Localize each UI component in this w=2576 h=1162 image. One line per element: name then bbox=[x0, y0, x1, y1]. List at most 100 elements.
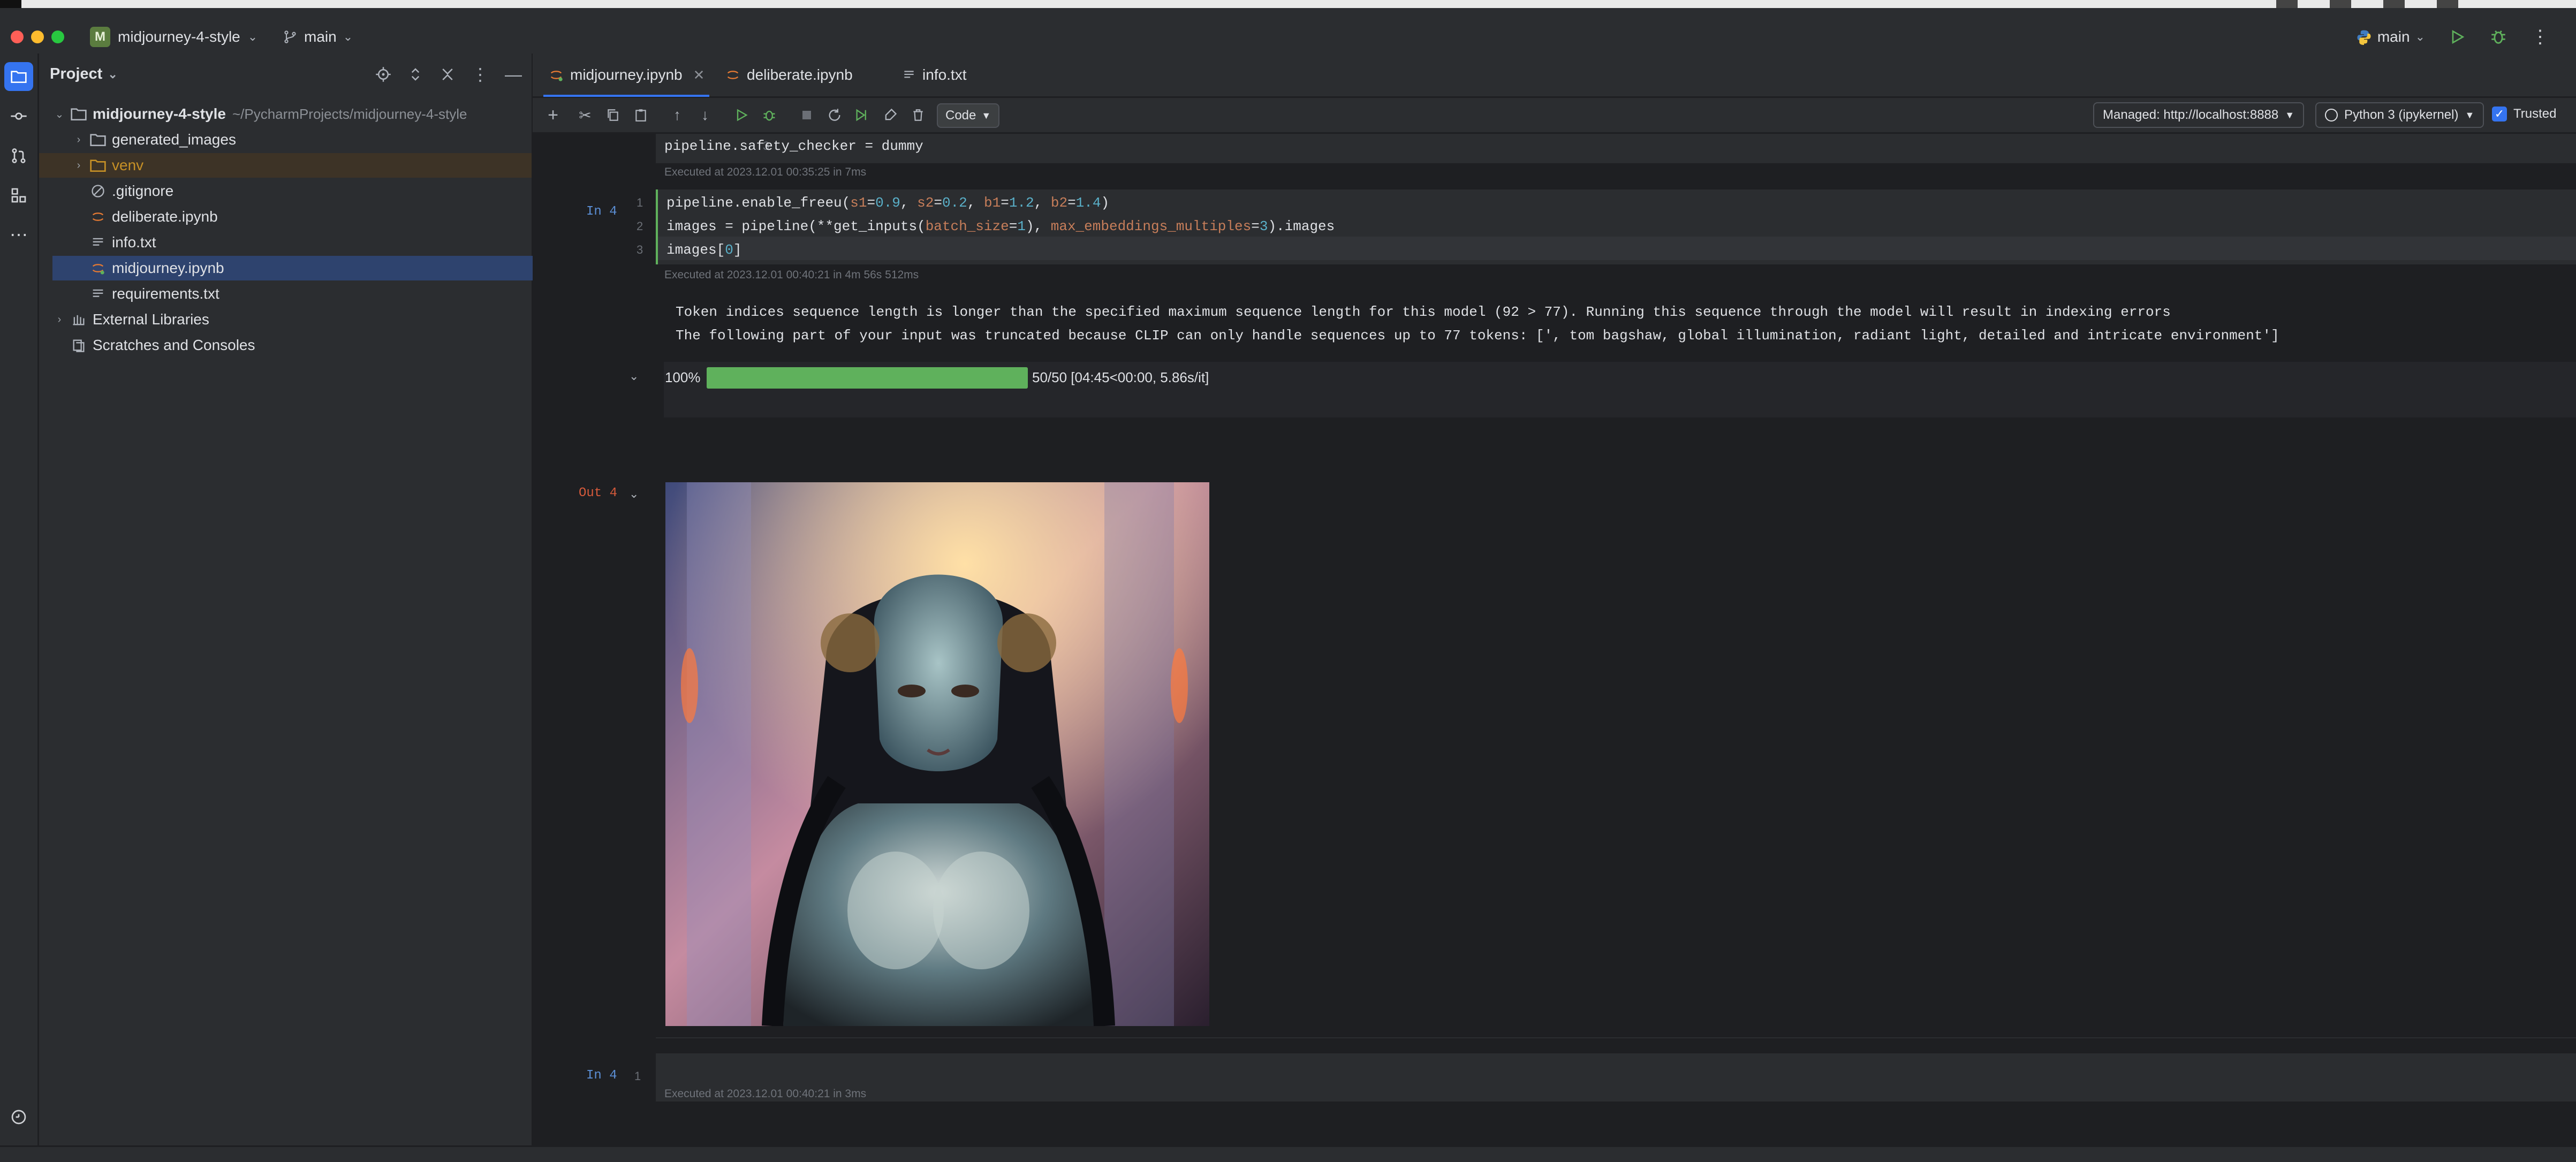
tree-item-generated-images[interactable]: › generated_images bbox=[69, 127, 578, 152]
expand-all-icon[interactable] bbox=[407, 66, 423, 82]
chevron-down-icon: ⌄ bbox=[247, 30, 258, 43]
collapse-output-icon[interactable]: ⌄ bbox=[629, 487, 639, 501]
editor-tabs: midjourney.ipynb ✕ deliberate.ipynb info… bbox=[533, 54, 2576, 98]
more-tools-icon[interactable]: ⋯ bbox=[4, 221, 33, 249]
collapse-output-icon[interactable]: ⌄ bbox=[629, 369, 639, 383]
move-up-icon[interactable]: ↑ bbox=[666, 104, 688, 126]
close-tab-icon[interactable]: ✕ bbox=[693, 67, 705, 83]
code-line[interactable]: pipeline.safety_checker = dummy bbox=[664, 138, 923, 154]
tree-item-gitignore[interactable]: .gitignore bbox=[88, 179, 597, 203]
hide-panel-icon[interactable]: — bbox=[505, 65, 522, 85]
cut-icon[interactable]: ✂ bbox=[574, 104, 596, 126]
chevron-right-icon[interactable]: › bbox=[50, 314, 69, 326]
active-code-cell[interactable]: 1 2 3 pipeline.enable_freeu(s1=0.9, s2=0… bbox=[637, 189, 2576, 264]
empty-code-cell[interactable]: 1 bbox=[634, 1053, 2576, 1102]
zoom-window-button[interactable] bbox=[51, 31, 64, 43]
delete-cell-icon[interactable] bbox=[907, 104, 929, 126]
chevron-right-icon[interactable]: › bbox=[69, 134, 88, 146]
chevron-down-icon[interactable]: ⌄ bbox=[50, 108, 69, 121]
jupyter-server-dropdown[interactable]: Managed: http://localhost:8888 ▼ bbox=[2093, 102, 2305, 128]
tree-item-midjourney-selected[interactable]: midjourney.ipynb bbox=[52, 256, 557, 280]
code-line-2[interactable]: images = pipeline(**get_inputs(batch_siz… bbox=[666, 218, 1335, 234]
locate-icon[interactable] bbox=[375, 66, 391, 82]
system-menu-bar bbox=[0, 0, 2576, 8]
notebook-icon bbox=[727, 71, 739, 79]
project-view-selector[interactable]: Project ⌄ bbox=[50, 65, 118, 83]
apple-menu-icon[interactable] bbox=[0, 0, 21, 8]
tree-item-requirements[interactable]: requirements.txt bbox=[88, 282, 597, 306]
tab-info-txt[interactable]: info.txt bbox=[902, 54, 966, 96]
notebook-icon bbox=[550, 71, 563, 81]
code-line-3[interactable]: images[0] bbox=[666, 242, 741, 258]
tree-item-project-root[interactable]: ⌄ midjourney-4-style ~/PycharmProjects/m… bbox=[50, 102, 558, 126]
panel-actions: ⋮ — bbox=[375, 64, 522, 85]
run-config-name: main bbox=[2377, 28, 2410, 45]
tree-item-deliberate[interactable]: deliberate.ipynb bbox=[88, 204, 597, 229]
tree-item-scratches[interactable]: Scratches and Consoles bbox=[69, 333, 578, 358]
previous-code-cell[interactable]: 3 pipeline.safety_checker = dummy bbox=[656, 134, 2576, 163]
stop-icon[interactable] bbox=[796, 104, 817, 126]
structure-tool-icon[interactable] bbox=[4, 181, 33, 210]
chevron-right-icon[interactable]: › bbox=[69, 160, 88, 172]
trusted-checkbox[interactable]: ✓ bbox=[2492, 107, 2507, 121]
scratches-icon bbox=[69, 336, 88, 355]
tree-item-venv[interactable]: › venv bbox=[39, 153, 532, 178]
paste-icon[interactable] bbox=[630, 104, 651, 126]
notebook-toolbar: + ✂ ↑ ↓ Code ▼ Managed: http://localhost… bbox=[533, 98, 2576, 134]
tree-item-info-txt[interactable]: info.txt bbox=[88, 230, 597, 255]
debug-cell-icon[interactable] bbox=[759, 104, 780, 126]
collapse-all-icon[interactable] bbox=[440, 66, 456, 82]
python-console-icon[interactable] bbox=[4, 1103, 33, 1131]
run-icon[interactable] bbox=[2449, 28, 2466, 45]
folder-icon bbox=[88, 130, 108, 149]
title-bar: M midjourney-4-style ⌄ main ⌄ main ⌄ ⋮ bbox=[0, 8, 2576, 55]
progress-text: 50/50 [04:45<00:00, 5.86s/it] bbox=[1032, 369, 1209, 385]
text-file-icon bbox=[88, 284, 108, 303]
tree-item-label: generated_images bbox=[112, 131, 236, 148]
add-cell-icon[interactable]: + bbox=[542, 104, 564, 126]
notebook-icon bbox=[88, 207, 108, 226]
tree-item-external-libraries[interactable]: › External Libraries bbox=[50, 307, 558, 332]
status-icon[interactable] bbox=[2276, 0, 2298, 8]
progress-bar bbox=[707, 367, 1028, 389]
tab-midjourney[interactable]: midjourney.ipynb ✕ bbox=[549, 54, 704, 96]
run-cell-icon[interactable] bbox=[731, 104, 752, 126]
status-icon[interactable] bbox=[2437, 0, 2458, 8]
execution-info: Executed at 2023.12.01 00:35:25 in 7ms bbox=[664, 166, 867, 178]
copy-icon[interactable] bbox=[602, 104, 624, 126]
chevron-down-icon: ▼ bbox=[2465, 109, 2475, 120]
cell-type-dropdown[interactable]: Code ▼ bbox=[937, 103, 1000, 128]
status-icon[interactable] bbox=[2330, 0, 2351, 8]
run-config-selector[interactable]: main ⌄ bbox=[2356, 28, 2425, 45]
more-options-icon[interactable]: ⋮ bbox=[2531, 26, 2549, 48]
current-line-highlight bbox=[658, 237, 2576, 260]
move-down-icon[interactable]: ↓ bbox=[694, 104, 716, 126]
text-file-icon bbox=[88, 233, 108, 252]
tree-item-label: venv bbox=[112, 157, 144, 173]
trusted-toggle[interactable]: ✓ Trusted bbox=[2492, 102, 2556, 126]
line-number: 3 bbox=[637, 243, 643, 256]
close-window-button[interactable] bbox=[11, 31, 24, 43]
run-all-icon[interactable] bbox=[852, 104, 873, 126]
project-path: ~/PycharmProjects/midjourney-4-style bbox=[232, 105, 467, 122]
code-line-1[interactable]: pipeline.enable_freeu(s1=0.9, s2=0.2, b1… bbox=[666, 195, 1109, 211]
progress-bar-fill bbox=[707, 367, 1028, 389]
pull-requests-tool-icon[interactable] bbox=[4, 141, 33, 170]
debug-icon[interactable] bbox=[2489, 28, 2507, 46]
branch-switcher[interactable]: main ⌄ bbox=[283, 25, 353, 49]
minimize-window-button[interactable] bbox=[31, 31, 44, 43]
line-number: 1 bbox=[637, 196, 643, 209]
tree-item-label: Scratches and Consoles bbox=[93, 337, 255, 353]
project-tool-icon[interactable] bbox=[4, 62, 33, 91]
tab-deliberate[interactable]: deliberate.ipynb bbox=[725, 54, 853, 96]
kernel-status-icon bbox=[2325, 109, 2338, 121]
tab-label: info.txt bbox=[922, 66, 967, 83]
clear-outputs-icon[interactable] bbox=[880, 104, 901, 126]
cell-execution-label: In 4 bbox=[586, 204, 617, 219]
project-switcher[interactable]: M midjourney-4-style ⌄ bbox=[90, 25, 257, 49]
status-icon[interactable] bbox=[2383, 0, 2405, 8]
restart-kernel-icon[interactable] bbox=[824, 104, 845, 126]
kernel-dropdown[interactable]: Python 3 (ipykernel) ▼ bbox=[2315, 102, 2484, 128]
more-options-icon[interactable]: ⋮ bbox=[472, 64, 489, 85]
commit-tool-icon[interactable] bbox=[4, 102, 33, 131]
